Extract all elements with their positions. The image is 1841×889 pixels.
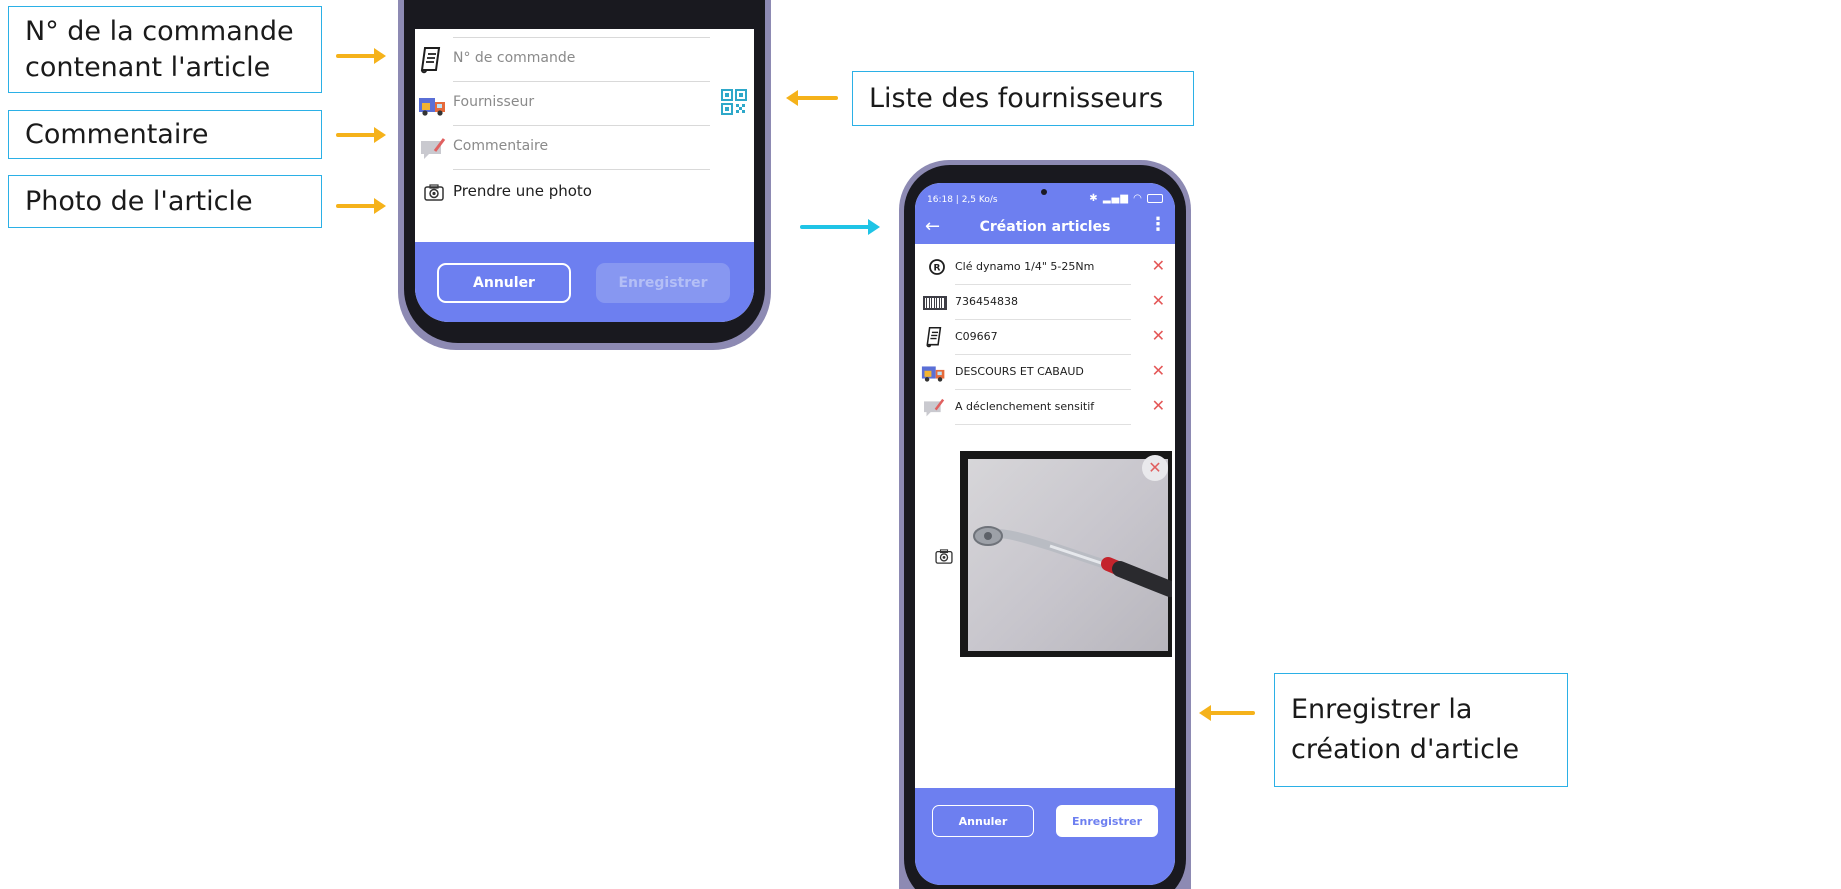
supplier-field[interactable]: DESCOURS ET CABAUD ✕ (915, 355, 1175, 390)
callout-supplier-list: Liste des fournisseurs (852, 71, 1194, 126)
torque-wrench-image (973, 526, 1172, 597)
callout-supplier-list-text: Liste des fournisseurs (869, 82, 1164, 114)
document-icon (926, 327, 942, 348)
supplier-value: DESCOURS ET CABAUD (955, 365, 1084, 378)
reference-value: Clé dynamo 1/4" 5-25Nm (955, 260, 1095, 273)
status-icons: ✱ ▂▄▆ ◠ (1089, 193, 1163, 204)
arrow-to-second-phone (800, 219, 880, 235)
phone-article-form-filled: 16:18 | 2,5 Ko/s ✱ ▂▄▆ ◠ ← Création arti… (899, 160, 1191, 889)
clear-order-number-button[interactable]: ✕ (1152, 326, 1165, 346)
barcode-icon (923, 296, 947, 310)
bottom-action-bar: Annuler Enregistrer (415, 242, 754, 322)
supplier-field[interactable]: Fournisseur (415, 82, 754, 126)
arrow-comment (336, 127, 386, 143)
page-title: Création articles (979, 219, 1111, 235)
cancel-button[interactable]: Annuler (437, 263, 571, 303)
clear-supplier-button[interactable]: ✕ (1152, 361, 1165, 381)
callout-photo-text: Photo de l'article (25, 185, 253, 217)
arrow-save-creation (1199, 705, 1255, 721)
barcode-value: 736454838 (955, 295, 1018, 308)
callout-order-number-text: N° de la commande contenant l'article (25, 15, 294, 83)
clear-reference-button[interactable]: ✕ (1152, 256, 1165, 276)
qr-code-icon[interactable] (721, 89, 747, 115)
comment-value: A déclenchement sensitif (955, 400, 1095, 413)
phone-article-form-empty: N° de commande Fournisseur Commentaire P… (398, 0, 771, 350)
status-time: 16:18 | 2,5 Ko/s (927, 195, 998, 205)
comment-field[interactable]: Commentaire (415, 126, 754, 170)
comment-field[interactable]: A déclenchement sensitif ✕ (915, 390, 1175, 425)
cancel-button[interactable]: Annuler (932, 805, 1034, 837)
article-photo: ✕ (960, 451, 1172, 657)
comment-icon (421, 138, 446, 159)
arrow-photo (336, 198, 386, 214)
arrow-supplier-list (786, 90, 838, 106)
supplier-truck-icon (419, 98, 445, 116)
app-bar: ← Création articles ⋮ (915, 210, 1175, 244)
status-bar: 16:18 | 2,5 Ko/s ✱ ▂▄▆ ◠ (915, 183, 1175, 210)
remove-photo-button[interactable]: ✕ (1142, 455, 1168, 481)
camera-punch-hole (1041, 189, 1047, 195)
bottom-action-bar: Annuler Enregistrer (915, 788, 1175, 885)
callout-save-creation-text: Enregistrer la création d'article (1291, 694, 1520, 765)
bluetooth-icon: ✱ (1089, 193, 1099, 204)
camera-icon (424, 184, 444, 201)
clear-comment-button[interactable]: ✕ (1152, 396, 1165, 416)
wifi-icon: ◠ (1133, 193, 1143, 204)
comment-placeholder: Commentaire (453, 138, 549, 154)
arrow-order-number (336, 48, 386, 64)
reference-field[interactable]: R Clé dynamo 1/4" 5-25Nm ✕ (915, 250, 1175, 285)
take-photo-field[interactable]: Prendre une photo (415, 170, 754, 214)
save-button[interactable]: Enregistrer (1056, 805, 1158, 837)
phone-screen: 16:18 | 2,5 Ko/s ✱ ▂▄▆ ◠ ← Création arti… (915, 183, 1175, 885)
supplier-placeholder: Fournisseur (453, 94, 535, 110)
barcode-field[interactable]: 736454838 ✕ (915, 285, 1175, 320)
take-photo-label: Prendre une photo (453, 182, 592, 200)
svg-text:R: R (934, 264, 941, 274)
order-number-field[interactable]: N° de commande (415, 38, 754, 82)
more-vertical-icon[interactable]: ⋮ (1149, 214, 1167, 235)
battery-icon (1147, 193, 1163, 203)
order-number-value: C09667 (955, 330, 998, 343)
supplier-truck-icon (921, 366, 945, 382)
order-number-field[interactable]: C09667 ✕ (915, 320, 1175, 355)
order-number-placeholder: N° de commande (453, 50, 576, 66)
save-button-disabled[interactable]: Enregistrer (596, 263, 730, 303)
callout-order-number: N° de la commande contenant l'article (8, 6, 322, 93)
phone-screen: N° de commande Fournisseur Commentaire P… (415, 29, 754, 322)
registered-icon: R (929, 259, 945, 275)
signal-icon: ▂▄▆ (1102, 193, 1129, 204)
document-icon (420, 47, 441, 74)
callout-comment: Commentaire (8, 110, 322, 159)
comment-icon (924, 398, 945, 417)
camera-icon[interactable] (935, 549, 953, 564)
callout-save-creation: Enregistrer la création d'article (1274, 673, 1568, 787)
clear-barcode-button[interactable]: ✕ (1152, 291, 1165, 311)
callout-comment-text: Commentaire (25, 118, 209, 150)
callout-photo: Photo de l'article (8, 175, 322, 228)
